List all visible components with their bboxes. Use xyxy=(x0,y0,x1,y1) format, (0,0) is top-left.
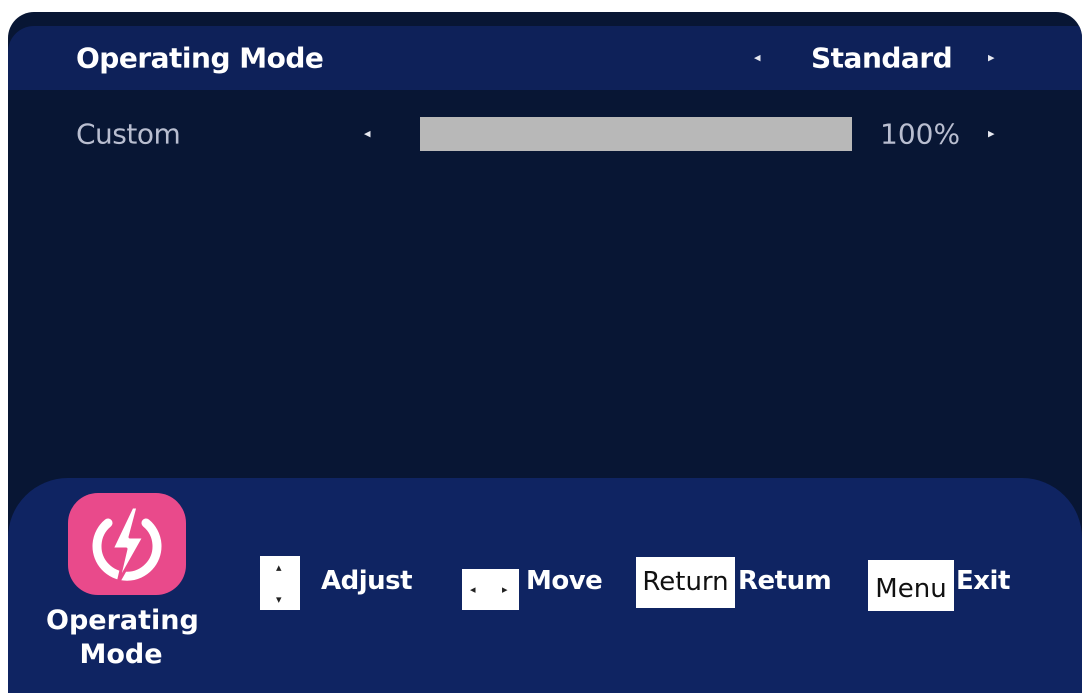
operating-mode-label: Operating Mode xyxy=(76,41,324,75)
mode-right-arrow-icon[interactable]: ▸ xyxy=(988,51,995,66)
return-key: Return xyxy=(636,557,735,608)
footer-title: Operating Mode xyxy=(46,605,199,670)
custom-right-arrow-icon[interactable]: ▸ xyxy=(988,127,995,142)
adjust-down-icon: ▾ xyxy=(276,593,282,606)
menu-key: Menu xyxy=(868,560,954,611)
adjust-key-icon: ▴ ▾ xyxy=(260,556,300,610)
move-right-icon: ▸ xyxy=(502,583,508,596)
osd-menu: Operating Mode ◂ Standard ▸ Custom ◂ 100… xyxy=(8,12,1082,693)
operating-mode-row[interactable]: Operating Mode ◂ Standard ▸ xyxy=(8,26,1082,90)
adjust-hint: Adjust xyxy=(321,566,413,596)
operating-mode-value: Standard xyxy=(811,41,953,75)
move-left-icon: ◂ xyxy=(470,583,476,596)
move-key-icon: ◂ ▸ xyxy=(462,569,519,610)
adjust-up-icon: ▴ xyxy=(276,561,282,574)
custom-level-slider[interactable] xyxy=(420,117,852,151)
exit-hint: Exit xyxy=(956,566,1010,596)
move-hint: Move xyxy=(526,566,603,596)
osd-footer: Operating Mode ▴ ▾ Adjust ◂ ▸ Move Retur… xyxy=(8,478,1082,693)
custom-left-arrow-icon[interactable]: ◂ xyxy=(364,127,371,142)
mode-left-arrow-icon[interactable]: ◂ xyxy=(754,51,761,66)
custom-level-fill xyxy=(420,117,852,151)
power-lightning-icon xyxy=(68,493,186,595)
return-hint: Retum xyxy=(738,566,832,596)
custom-percent: 100% xyxy=(880,117,961,151)
custom-label: Custom xyxy=(76,117,181,151)
custom-row[interactable]: Custom ◂ 100% ▸ xyxy=(8,102,1082,166)
